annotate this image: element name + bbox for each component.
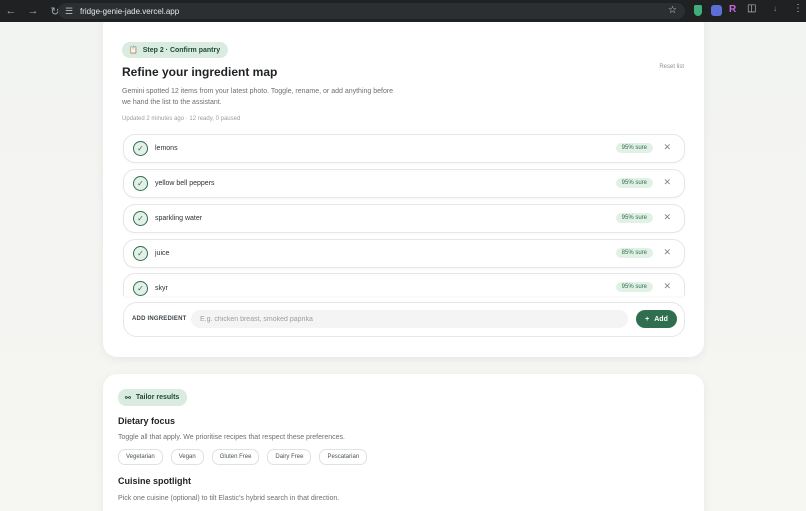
dietary-chip-pescatarian[interactable]: Pescatarian: [319, 449, 368, 465]
page-content: 📋 Step 2 · Confirm pantry Refine your in…: [0, 22, 806, 511]
back-icon[interactable]: ←: [4, 4, 18, 18]
description-line-1: Gemini spotted 12 items from your latest…: [122, 88, 394, 95]
check-icon[interactable]: ✓: [133, 211, 148, 226]
pantry-description: Gemini spotted 12 items from your latest…: [122, 86, 393, 108]
step-badge: 📋 Step 2 · Confirm pantry: [122, 42, 229, 58]
confidence-badge: 95% sure: [615, 143, 653, 153]
tailor-card: ⚯ Tailor results Dietary focus Toggle al…: [103, 374, 704, 511]
ingredient-row[interactable]: ✓ sparkling water 95% sure ✕: [123, 204, 685, 233]
dietary-chip-vegan[interactable]: Vegan: [170, 449, 204, 465]
cuisine-description: Pick one cuisine (optional) to tilt Elas…: [118, 495, 340, 502]
description-line-2: we hand the list to the assistant.: [122, 99, 222, 106]
ingredient-row[interactable]: ✓ lemons 95% sure ✕: [123, 134, 685, 163]
confidence-badge: 95% sure: [615, 282, 653, 292]
forward-icon[interactable]: →: [26, 4, 40, 18]
address-bar[interactable]: ☰ fridge-genie-jade.vercel.app ☆: [58, 3, 685, 19]
ingredient-name: lemons: [155, 145, 178, 152]
remove-icon[interactable]: ✕: [663, 177, 671, 188]
dietary-chip-dairy-free[interactable]: Dairy Free: [267, 449, 312, 465]
extension-shield-icon[interactable]: [694, 5, 702, 16]
check-icon[interactable]: ✓: [133, 246, 148, 261]
download-icon[interactable]: ↓: [773, 4, 784, 15]
url-text: fridge-genie-jade.vercel.app: [80, 6, 180, 16]
cuisine-title: Cuisine spotlight: [118, 476, 191, 486]
ingredient-row[interactable]: ✓ juice 85% sure ✕: [123, 239, 685, 268]
dietary-chip-vegetarian[interactable]: Vegetarian: [118, 449, 163, 465]
ingredient-row[interactable]: ✓ skyr 95% sure ✕: [123, 273, 685, 296]
ingredient-name: yellow bell peppers: [155, 180, 215, 187]
extensions-puzzle-icon[interactable]: ◫: [747, 3, 758, 14]
tailor-label: Tailor results: [135, 394, 180, 401]
site-settings-icon[interactable]: ☰: [64, 6, 74, 16]
pantry-card: 📋 Step 2 · Confirm pantry Refine your in…: [103, 22, 704, 357]
plus-icon: +: [645, 315, 650, 323]
ingredient-name: sparkling water: [155, 215, 203, 222]
check-icon[interactable]: ✓: [133, 141, 148, 156]
reset-list-button[interactable]: Reset list: [659, 64, 684, 70]
bookmark-star-icon[interactable]: ☆: [668, 5, 677, 16]
confidence-badge: 85% sure: [615, 248, 653, 258]
step-label: Step 2 · Confirm pantry: [142, 46, 221, 54]
check-icon[interactable]: ✓: [133, 280, 148, 296]
bowl-icon: ⚯: [125, 394, 131, 402]
dietary-chip-gluten-free[interactable]: Gluten Free: [211, 449, 260, 465]
remove-icon[interactable]: ✕: [663, 281, 671, 292]
update-meta: Updated 2 minutes ago · 12 ready, 0 paus…: [122, 116, 241, 122]
ingredient-name: juice: [155, 250, 170, 257]
extension-badge-icon[interactable]: [711, 5, 722, 16]
browser-toolbar: ← → ↻ ☰ fridge-genie-jade.vercel.app ☆ R…: [0, 0, 806, 22]
add-ingredient-bar: ADD INGREDIENT + Add: [123, 302, 685, 337]
page-title: Refine your ingredient map: [122, 65, 278, 79]
confidence-badge: 95% sure: [615, 213, 653, 223]
dietary-options: Vegetarian Vegan Gluten Free Dairy Free …: [118, 449, 375, 465]
extension-r-icon[interactable]: R: [729, 4, 740, 15]
add-ingredient-input[interactable]: [191, 310, 628, 328]
confidence-badge: 95% sure: [615, 178, 653, 188]
remove-icon[interactable]: ✕: [663, 142, 671, 153]
remove-icon[interactable]: ✕: [663, 212, 671, 223]
add-button-label: Add: [654, 315, 668, 323]
dietary-description: Toggle all that apply. We prioritise rec…: [118, 434, 345, 441]
clipboard-icon: 📋: [129, 47, 138, 54]
tailor-badge: ⚯ Tailor results: [118, 389, 188, 406]
remove-icon[interactable]: ✕: [663, 247, 671, 258]
menu-dots-icon[interactable]: ⋮: [793, 3, 804, 14]
add-button[interactable]: + Add: [636, 310, 677, 328]
add-ingredient-label: ADD INGREDIENT: [132, 316, 187, 322]
ingredient-name: skyr: [155, 284, 168, 292]
dietary-title: Dietary focus: [118, 416, 176, 426]
check-icon[interactable]: ✓: [133, 176, 148, 191]
ingredient-row[interactable]: ✓ yellow bell peppers 95% sure ✕: [123, 169, 685, 198]
